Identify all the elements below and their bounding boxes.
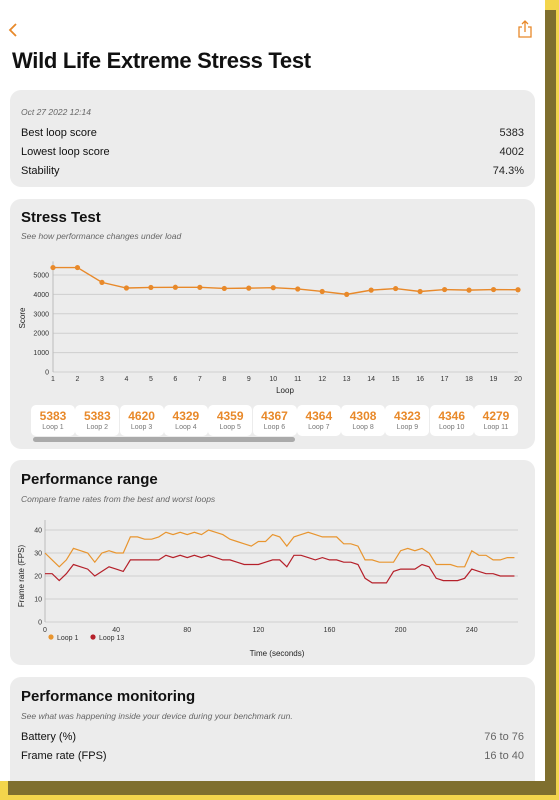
monitoring-title: Performance monitoring	[21, 688, 196, 705]
x-tick-label: 80	[183, 627, 191, 634]
y-tick-label: 20	[34, 574, 42, 581]
page: Wild Life Extreme Stress Test Oct 27 202…	[0, 0, 545, 781]
monitoring-row: Battery (%) 76 to 76	[21, 731, 524, 743]
performance-monitoring-card: Performance monitoring See what was happ…	[10, 677, 535, 781]
legend-marker	[48, 634, 54, 640]
monitoring-row: Frame rate (FPS) 16 to 40	[21, 750, 524, 762]
fps-chart: 0 10 20 30 40 0 40 80 120 160 200 240 Time (seconds)…	[17, 520, 518, 658]
x-tick-label: 240	[466, 627, 478, 634]
x-tick-label: 40	[112, 627, 120, 634]
fps-line-loop-13	[45, 554, 515, 584]
x-tick-label: 0	[43, 627, 47, 634]
monitoring-subtitle: See what was happening inside your devic…	[21, 711, 293, 721]
y-axis-label: Frame rate (FPS)	[17, 545, 26, 608]
legend-label: Loop 1	[57, 635, 79, 642]
y-tick-label: 10	[34, 597, 42, 604]
y-tick-label: 0	[38, 620, 42, 627]
x-tick-label: 120	[253, 627, 265, 634]
y-tick-label: 30	[34, 551, 42, 558]
y-tick-label: 40	[34, 528, 42, 535]
x-tick-label: 160	[324, 627, 336, 634]
x-axis-label: Time (seconds)	[250, 649, 305, 658]
fps-line-loop-1	[44, 529, 515, 568]
legend-label: Loop 13	[99, 635, 124, 642]
legend-marker	[90, 634, 96, 640]
x-tick-label: 200	[395, 627, 407, 634]
